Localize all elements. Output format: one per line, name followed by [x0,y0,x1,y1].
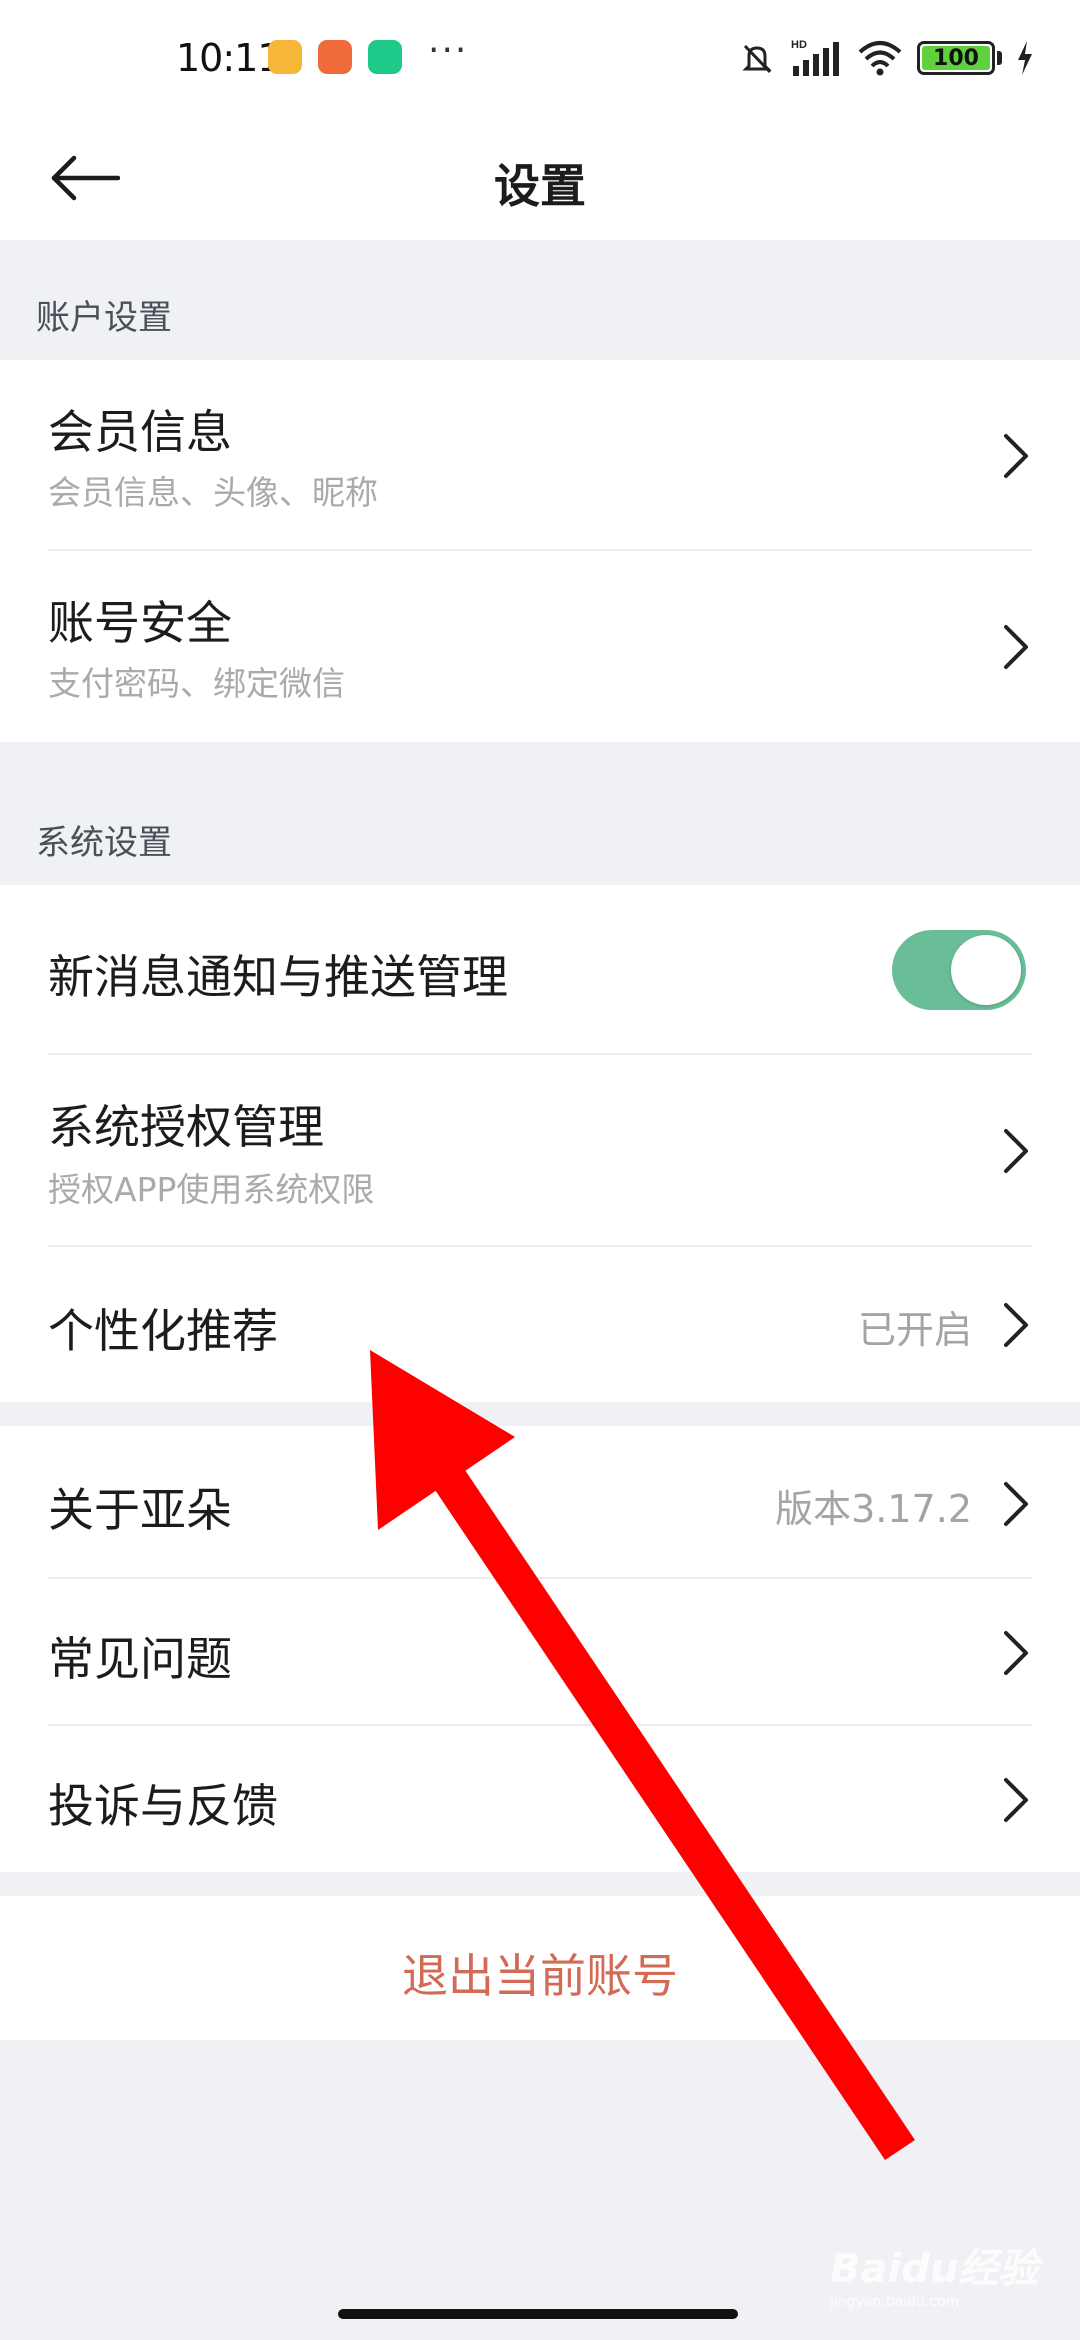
chevron-right-icon [1004,1129,1028,1173]
cellular-signal-icon: HD [791,39,839,76]
logout-label: 退出当前账号 [402,1949,678,2003]
list-item-notification-push[interactable]: 新消息通知与推送管理 [0,885,1080,1055]
section-label-account: 账户设置 [36,298,172,338]
chevron-right-icon [1004,1482,1028,1526]
watermark-url: jingyan.baidu.com [830,2294,960,2310]
battery-icon: 100 [917,41,995,75]
item-subtitle: 授权APP使用系统权限 [48,1170,375,1209]
list-item-personalized-recommendation[interactable]: 个性化推荐 已开启 [0,1247,1080,1402]
other-settings-card: 关于亚朵 版本3.17.2 常见问题 投诉与反馈 [0,1426,1080,1872]
list-item-account-security[interactable]: 账号安全 支付密码、绑定微信 [0,551,1080,742]
item-title: 新消息通知与推送管理 [48,950,508,1004]
page-title: 设置 [494,159,586,213]
notes-app-icon [268,40,302,74]
network-type-label: HD [791,39,807,51]
chevron-right-icon [1004,1303,1028,1347]
list-item-faq[interactable]: 常见问题 [0,1579,1080,1726]
list-item-member-info[interactable]: 会员信息 会员信息、头像、昵称 [0,360,1080,551]
item-subtitle: 支付密码、绑定微信 [48,664,345,703]
list-item-about[interactable]: 关于亚朵 版本3.17.2 [0,1426,1080,1579]
section-label-system: 系统设置 [36,823,172,863]
item-title: 关于亚朵 [48,1483,232,1537]
app-header: 设置 [0,118,1080,240]
item-title: 投诉与反馈 [48,1779,278,1833]
more-notifications-icon: ··· [428,30,469,71]
chevron-right-icon [1004,1631,1028,1675]
notification-toggle[interactable] [892,930,1026,1010]
chevron-right-icon [1004,1778,1028,1822]
wifi-icon [858,41,902,76]
account-settings-card: 会员信息 会员信息、头像、昵称 账号安全 支付密码、绑定微信 [0,360,1080,742]
battery-level: 100 [933,45,979,71]
item-status-value: 已开启 [857,1308,972,1352]
item-subtitle: 会员信息、头像、昵称 [48,473,378,512]
charging-icon [1018,41,1032,75]
list-item-system-permissions[interactable]: 系统授权管理 授权APP使用系统权限 [0,1055,1080,1247]
mute-icon [742,44,772,74]
chevron-right-icon [1004,625,1028,669]
baidu-watermark: Baidu经验 jingyan.baidu.com [830,2236,1040,2316]
home-indicator[interactable] [338,2309,738,2319]
toggle-knob [951,935,1021,1005]
app-version-value: 版本3.17.2 [775,1487,972,1531]
shop-app-icon [318,40,352,74]
logout-button[interactable]: 退出当前账号 [0,1896,1080,2040]
battery-cap [997,51,1002,65]
watermark-text: Baidu经验 [830,2246,1039,2292]
item-title: 系统授权管理 [48,1100,324,1154]
item-title: 账号安全 [48,596,232,650]
item-title: 会员信息 [48,405,232,459]
item-title: 常见问题 [48,1632,232,1686]
list-item-complaint-feedback[interactable]: 投诉与反馈 [0,1726,1080,1872]
item-title: 个性化推荐 [48,1304,278,1358]
system-settings-card: 新消息通知与推送管理 系统授权管理 授权APP使用系统权限 个性化推荐 已开启 [0,885,1080,1402]
status-bar: 10:11 ··· HD 100 [0,0,1080,118]
chevron-right-icon [1004,434,1028,478]
security-app-icon [368,40,402,74]
status-time: 10:11 [176,36,282,80]
status-icons: HD 100 [737,38,1034,78]
